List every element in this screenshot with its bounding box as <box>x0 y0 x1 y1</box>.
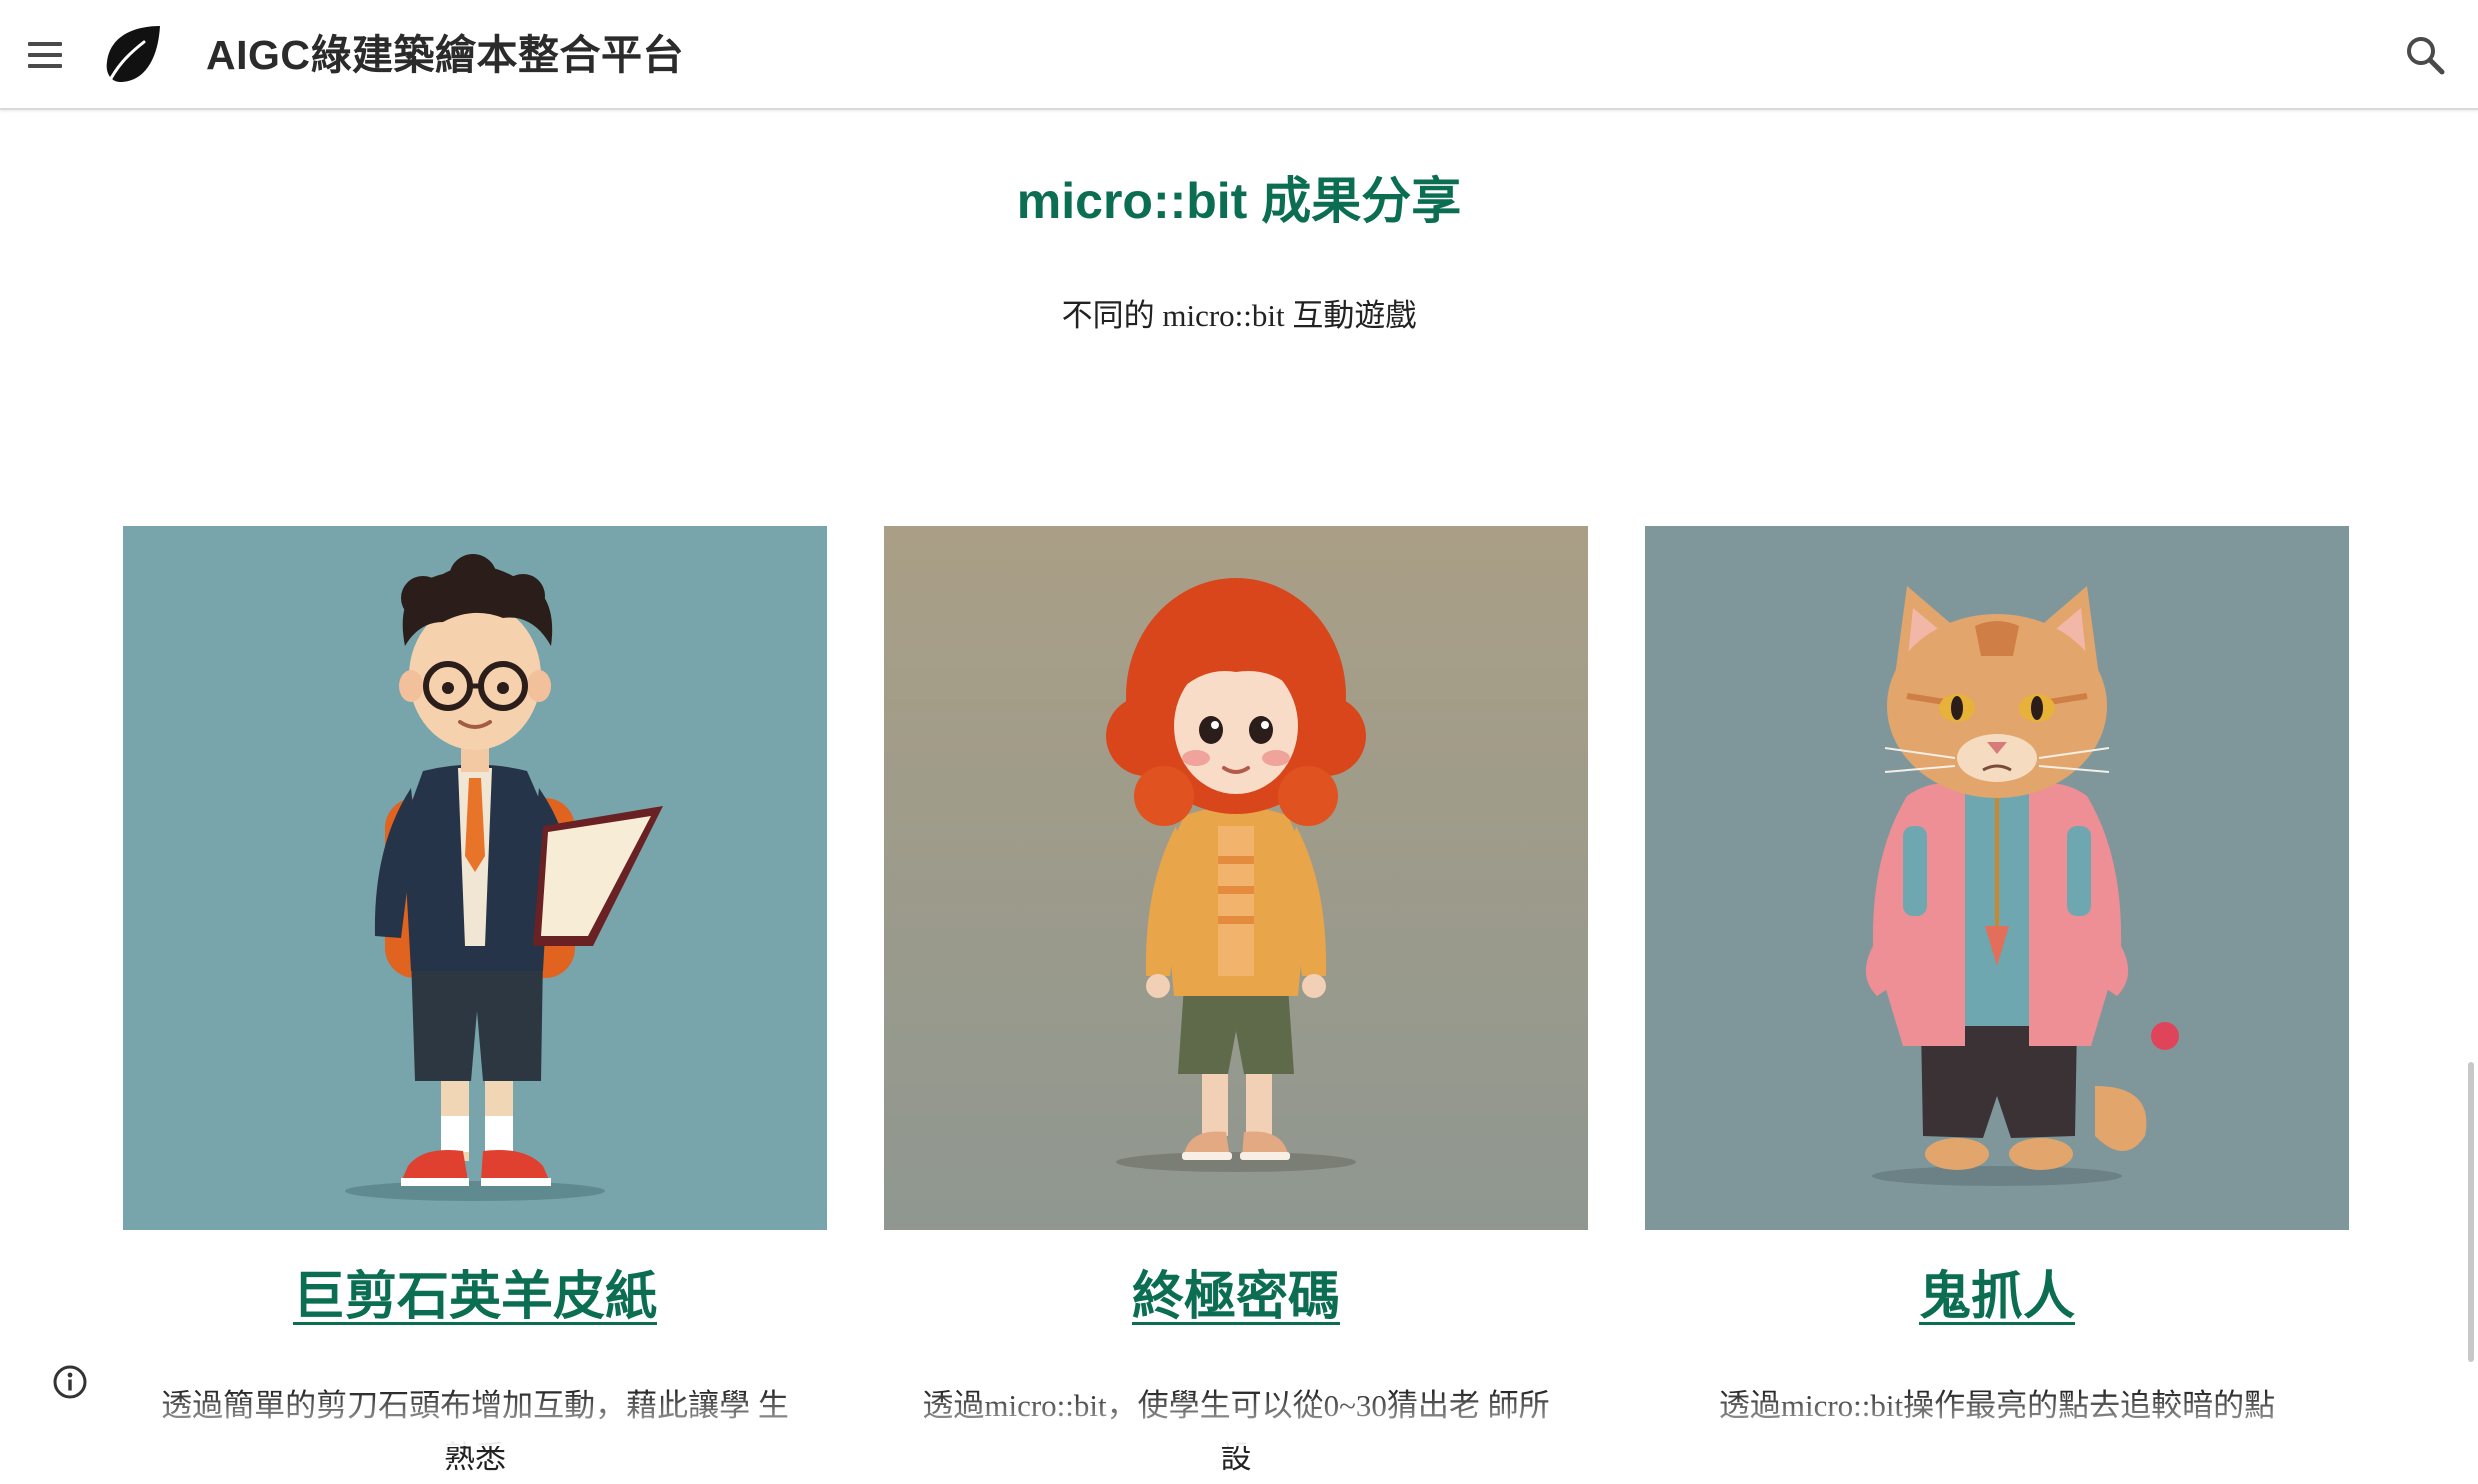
site-title[interactable]: AIGC綠建築繪本整合平台 <box>206 26 684 84</box>
card-description: 透過簡單的剪刀石頭布增加互動，藉此讓學 生熟悉 <box>161 1388 789 1475</box>
section-title: micro::bit 成果分享 <box>1016 173 1462 229</box>
card-title-link[interactable]: 終極密碼 <box>884 1262 1588 1332</box>
section-subtitle: 不同的 micro::bit 互動遊戲 <box>1061 298 1417 333</box>
project-card: 鬼抓人 透過micro::bit操作最亮的點去追較暗的點 <box>1645 526 2349 1432</box>
scrollbar[interactable] <box>2468 1062 2474 1362</box>
search-icon[interactable] <box>2400 30 2450 80</box>
card-image-cat[interactable] <box>1645 526 2349 1230</box>
project-card: 巨剪石英羊皮紙 透過簡單的剪刀石頭布增加互動，藉此讓學 生熟悉 <box>123 526 827 1484</box>
info-icon[interactable] <box>50 1362 90 1402</box>
top-app-bar: AIGC綠建築繪本整合平台 <box>0 0 2478 110</box>
hamburger-menu-icon[interactable] <box>20 30 70 80</box>
card-title-link[interactable]: 鬼抓人 <box>1645 1262 2349 1332</box>
card-image-girl[interactable] <box>884 526 1588 1230</box>
card-image-boy[interactable] <box>123 526 827 1230</box>
card-description: 透過micro::bit，使學生可以從0~30猜出老 師所設 <box>922 1388 1550 1475</box>
leaf-icon[interactable] <box>100 22 166 88</box>
card-title-link[interactable]: 巨剪石英羊皮紙 <box>123 1262 827 1332</box>
card-description: 透過micro::bit操作最亮的點去追較暗的點 <box>1718 1388 2276 1423</box>
project-card: 終極密碼 透過micro::bit，使學生可以從0~30猜出老 師所設 <box>884 526 1588 1484</box>
